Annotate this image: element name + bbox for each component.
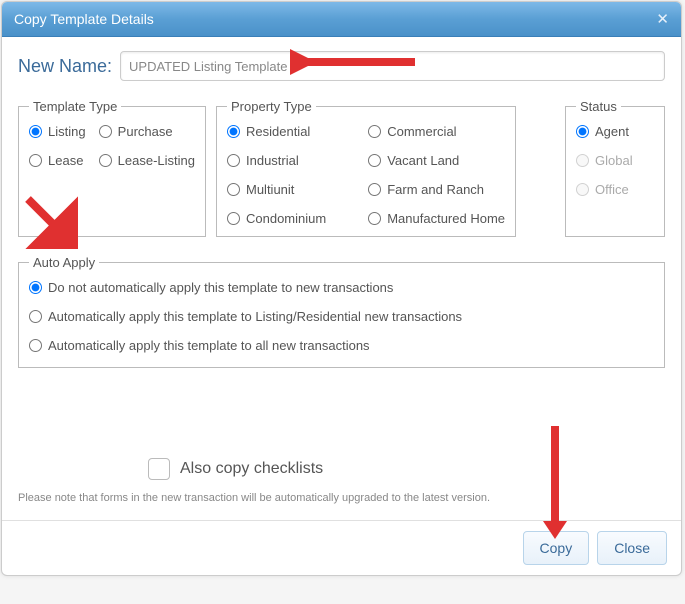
new-name-label: New Name: [18,56,112,77]
dialog-title-bar: Copy Template Details ✕ [2,2,681,37]
property-type-industrial[interactable]: Industrial [227,153,360,168]
also-copy-label: Also copy checklists [180,460,323,478]
annotation-arrow-name [290,47,420,77]
dialog-content: New Name: Template Type Listing Purchase… [2,37,681,520]
status-group: Status Agent Global Office [565,99,665,237]
annotation-arrow-auto-apply [18,189,78,249]
property-type-residential[interactable]: Residential [227,124,360,139]
template-type-legend: Template Type [29,99,121,114]
fieldsets-row: Template Type Listing Purchase Lease Lea… [18,99,665,237]
also-copy-checkbox[interactable] [148,458,170,480]
status-global: Global [576,153,654,168]
copy-template-dialog: Copy Template Details ✕ New Name: Templa… [1,1,682,576]
property-type-group: Property Type Residential Commercial Ind… [216,99,516,237]
also-copy-row: Also copy checklists [148,458,665,480]
property-type-manufactured[interactable]: Manufactured Home [368,211,505,226]
status-legend: Status [576,99,621,114]
auto-apply-contextual[interactable]: Automatically apply this template to Lis… [29,309,654,324]
status-agent[interactable]: Agent [576,124,654,139]
property-type-farm-ranch[interactable]: Farm and Ranch [368,182,505,197]
dialog-footer: Copy Close [2,520,681,575]
template-type-lease-listing[interactable]: Lease-Listing [99,153,195,168]
auto-apply-all[interactable]: Automatically apply this template to all… [29,338,654,353]
auto-apply-group: Auto Apply Do not automatically apply th… [18,255,665,368]
template-type-listing[interactable]: Listing [29,124,91,139]
close-icon[interactable]: ✕ [656,10,669,28]
auto-apply-none[interactable]: Do not automatically apply this template… [29,280,654,295]
property-type-commercial[interactable]: Commercial [368,124,505,139]
dialog-title: Copy Template Details [14,11,154,27]
property-type-vacant-land[interactable]: Vacant Land [368,153,505,168]
template-type-lease[interactable]: Lease [29,153,91,168]
property-type-legend: Property Type [227,99,316,114]
property-type-condominium[interactable]: Condominium [227,211,360,226]
property-type-multiunit[interactable]: Multiunit [227,182,360,197]
annotation-arrow-copy [535,421,575,541]
status-office: Office [576,182,654,197]
auto-apply-legend: Auto Apply [29,255,99,270]
template-type-purchase[interactable]: Purchase [99,124,195,139]
close-button[interactable]: Close [597,531,667,565]
